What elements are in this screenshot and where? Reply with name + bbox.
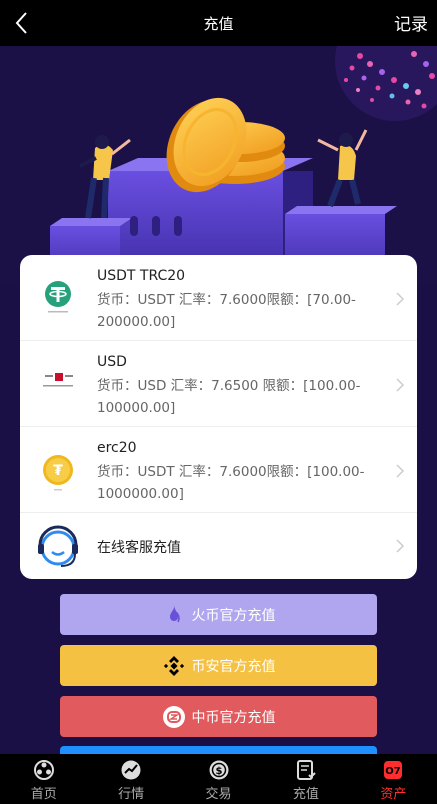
tab-label: 充值	[292, 787, 319, 802]
recharge-icon	[296, 760, 316, 780]
tab-label: 行情	[118, 787, 145, 802]
bottom-tab-bar: 首页 行情 $ 交易 充值 O7 资产	[0, 754, 437, 804]
tab-home[interactable]: 首页	[0, 754, 87, 804]
tab-assets[interactable]: O7 资产	[350, 754, 437, 804]
tab-label: 首页	[30, 787, 57, 802]
market-icon	[121, 760, 141, 780]
home-icon	[33, 760, 54, 780]
channel-desc: 货币：USDT 汇率：7.6000限额：[100.00-1000000.00]	[97, 464, 365, 502]
channel-title: erc20	[97, 440, 137, 456]
recharge-channel-card: USDT TRC20 货币：USDT 汇率：7.6000限额：[70.00-20…	[20, 255, 417, 579]
channel-online-service[interactable]: 在线客服充值	[20, 512, 417, 579]
channel-title: USD	[97, 354, 127, 370]
zb-recharge-button[interactable]: 中币官方充值	[60, 696, 377, 737]
channel-desc: 货币：USDT 汇率：7.6000限额：[70.00-200000.00]	[97, 292, 356, 330]
channel-title: USDT TRC20	[97, 268, 186, 284]
chevron-right-icon	[396, 378, 405, 392]
page-title: 充值	[203, 15, 234, 33]
binance-icon	[163, 655, 184, 676]
tab-recharge[interactable]: 充值	[262, 754, 349, 804]
tab-label: 资产	[380, 787, 407, 802]
tether-icon	[45, 281, 71, 313]
trade-icon: $	[209, 760, 229, 780]
chevron-right-icon	[396, 292, 405, 306]
headset-icon	[38, 525, 78, 567]
button-label: 中币官方充值	[191, 709, 276, 726]
svg-text:O7: O7	[386, 766, 402, 777]
east-west-bank-icon	[43, 373, 73, 387]
top-bar: 充值 记录	[0, 0, 437, 46]
channel-usdt-trc20[interactable]: USDT TRC20 货币：USDT 汇率：7.6000限额：[70.00-20…	[20, 255, 417, 340]
dot-sphere	[335, 46, 437, 121]
svg-text:₮: ₮	[53, 463, 63, 479]
huobi-flame-icon	[169, 604, 180, 622]
coin-people-illustration	[50, 46, 437, 286]
svg-text:$: $	[215, 766, 222, 777]
person-right	[317, 129, 368, 208]
assets-icon: O7	[384, 761, 403, 779]
channel-title: 在线客服充值	[97, 540, 181, 556]
tab-market[interactable]: 行情	[87, 754, 174, 804]
tab-trade[interactable]: $ 交易	[175, 754, 262, 804]
binance-recharge-button[interactable]: 币安官方充值	[60, 645, 377, 686]
chevron-right-icon	[396, 464, 405, 478]
zb-icon	[162, 705, 185, 728]
button-label: 火币官方充值	[191, 607, 276, 624]
chevron-right-icon	[396, 539, 405, 553]
channel-erc20[interactable]: ₮ erc20 货币：USDT 汇率：7.6000限额：[100.00-1000…	[20, 426, 417, 512]
huobi-recharge-button[interactable]: 火币官方充值	[60, 594, 377, 635]
button-label: 币安官方充值	[191, 658, 276, 675]
gold-coin-icon: ₮	[43, 455, 73, 491]
channel-desc: 货币：USD 汇率：7.6500 限额：[100.00-100000.00]	[97, 378, 361, 416]
channel-usd[interactable]: USD 货币：USD 汇率：7.6500 限额：[100.00-100000.0…	[20, 340, 417, 426]
hero-illustration	[0, 46, 437, 286]
tab-label: 交易	[205, 787, 232, 802]
record-link[interactable]: 记录	[394, 10, 428, 35]
